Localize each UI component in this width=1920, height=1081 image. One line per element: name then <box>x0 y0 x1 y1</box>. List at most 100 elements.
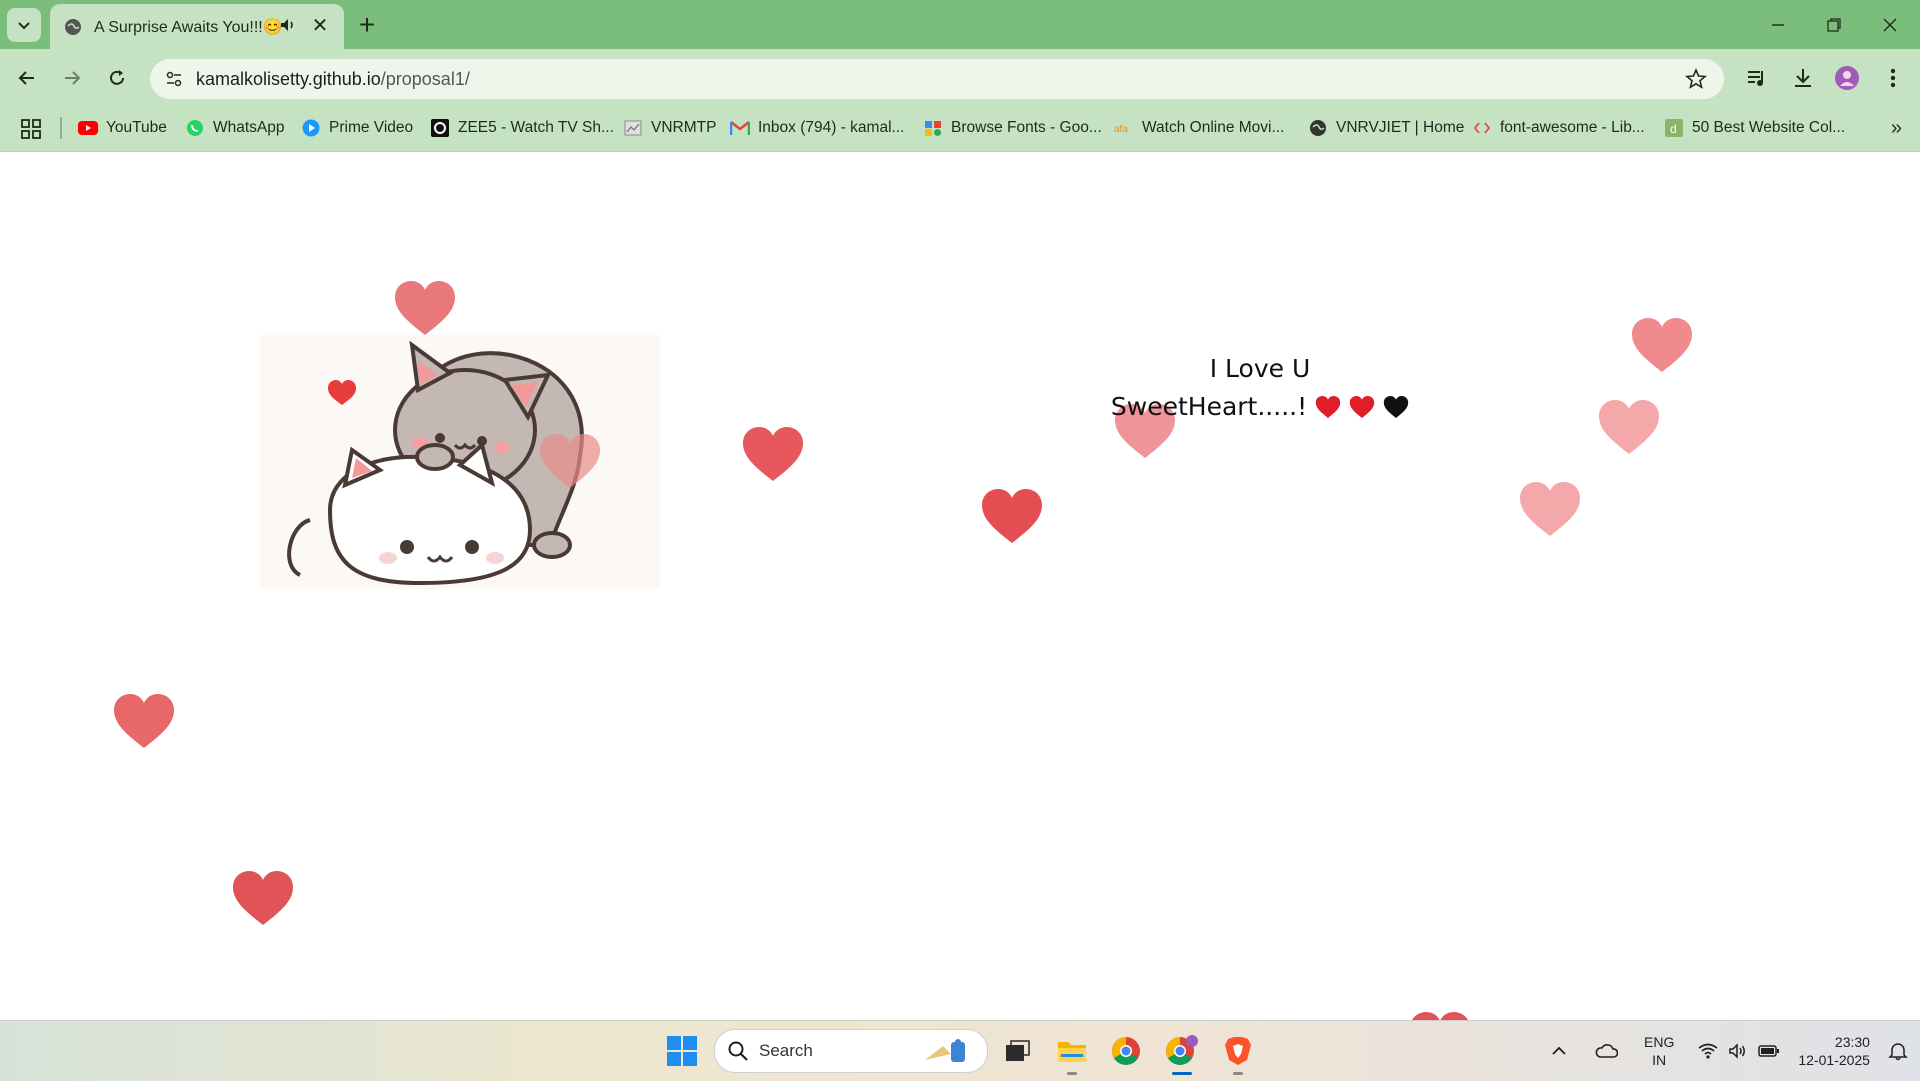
menu-kebab-icon[interactable] <box>1878 63 1908 93</box>
bookmark-label: WhatsApp <box>213 119 285 136</box>
tab-title: A Surprise Awaits You!!!😊 <box>94 18 283 36</box>
bookmark-label: font-awesome - Lib... <box>1500 119 1645 136</box>
bookmark-page-icon: d <box>1664 118 1684 138</box>
bookmarks-separator <box>60 117 62 139</box>
vnrmtp-icon <box>623 118 643 138</box>
running-indicator <box>1233 1072 1243 1075</box>
zee5-icon <box>430 118 450 138</box>
bookmark-label: VNRMTP <box>651 119 717 136</box>
bookmark-label: Watch Online Movi... <box>1142 119 1285 136</box>
tab-close-button[interactable]: ✕ <box>308 13 332 37</box>
bookmark-font-awesome[interactable]: font-awesome - Lib... <box>1472 115 1645 141</box>
reload-button[interactable] <box>102 63 132 93</box>
task-view-icon[interactable] <box>1000 1033 1036 1069</box>
onedrive-cloud-icon[interactable] <box>1594 1042 1618 1060</box>
site-info-icon[interactable] <box>160 65 188 93</box>
minimize-icon <box>1772 24 1784 26</box>
running-indicator <box>1067 1072 1077 1075</box>
globe-icon <box>1308 118 1328 138</box>
google-fonts-icon <box>923 118 943 138</box>
bookmark-label: ZEE5 - Watch TV Sh... <box>458 119 614 136</box>
love-message: I Love U SweetHeart.....! <box>1090 350 1430 426</box>
lang-line2: IN <box>1652 1052 1667 1068</box>
profile-avatar[interactable] <box>1832 63 1862 93</box>
clock-date: 12-01-2025 <box>1798 1052 1870 1068</box>
taskbar-search-box[interactable]: Search <box>714 1029 988 1073</box>
red-heart-emoji-icon <box>1349 396 1375 418</box>
bookmarks-bar: YouTube WhatsApp Prime Video ZEE5 - Watc… <box>0 107 1920 152</box>
prime-video-icon <box>301 118 321 138</box>
chevron-up-icon[interactable] <box>1550 1042 1568 1060</box>
floating-heart-icon <box>540 434 600 488</box>
bookmark-whatsapp[interactable]: WhatsApp <box>185 115 285 141</box>
active-indicator <box>1172 1072 1192 1075</box>
download-icon[interactable] <box>1788 63 1818 93</box>
file-explorer-icon[interactable] <box>1054 1033 1090 1075</box>
bookmark-website-colors[interactable]: d 50 Best Website Col... <box>1664 115 1845 141</box>
language-indicator[interactable]: ENG IN <box>1644 1033 1674 1069</box>
arrow-right-icon <box>65 71 81 85</box>
bookmark-gmail[interactable]: Inbox (794) - kamal... <box>730 115 904 141</box>
windows-start-icon[interactable] <box>666 1035 698 1067</box>
tab-search-button[interactable] <box>7 8 41 42</box>
speaker-icon[interactable] <box>278 15 298 35</box>
bookmark-vnrvjiet[interactable]: VNRVJIET | Home <box>1308 115 1464 141</box>
page-content: I Love U SweetHeart.....! <box>0 152 1920 1020</box>
floating-heart-icon <box>743 427 803 481</box>
svg-text:afa: afa <box>1114 124 1128 135</box>
bookmark-vnrmtp[interactable]: VNRMTP <box>623 115 716 141</box>
back-button[interactable] <box>12 63 42 93</box>
restore-button[interactable] <box>1814 10 1854 40</box>
floating-heart-icon <box>233 871 293 925</box>
movies-icon: afa <box>1114 118 1134 138</box>
apps-grid-icon[interactable] <box>20 118 42 140</box>
notification-bell-icon[interactable] <box>1888 1041 1908 1061</box>
taskbar: Search ENG IN 23:30 12-01-2025 <box>0 1020 1920 1081</box>
bookmark-label: Browse Fonts - Goo... <box>951 119 1102 136</box>
floating-heart-icon <box>982 489 1042 543</box>
url-text: kamalkolisetty.github.io/proposal1/ <box>196 69 470 90</box>
floating-heart-icon <box>1632 318 1692 372</box>
bookmark-star-icon[interactable] <box>1684 67 1708 91</box>
forward-button[interactable] <box>57 63 87 93</box>
search-icon <box>728 1041 748 1061</box>
minimize-button[interactable] <box>1758 10 1798 40</box>
lang-line1: ENG <box>1644 1034 1675 1050</box>
battery-icon[interactable] <box>1758 1044 1780 1058</box>
bookmark-movies[interactable]: afa Watch Online Movi... <box>1114 115 1284 141</box>
bookmark-label: Inbox (794) - kamal... <box>758 119 905 136</box>
love-message-line2: SweetHeart.....! <box>1110 392 1308 421</box>
bookmark-label: Prime Video <box>329 119 414 136</box>
black-heart-emoji-icon <box>1383 396 1409 418</box>
search-highlight-icon <box>925 1039 965 1062</box>
system-tray: ENG IN 23:30 12-01-2025 <box>1550 1021 1908 1081</box>
bookmark-zee5[interactable]: ZEE5 - Watch TV Sh... <box>430 115 614 141</box>
chrome-icon[interactable] <box>1108 1033 1144 1069</box>
url-host: kamalkolisetty.github.io <box>196 69 381 89</box>
bookmark-prime-video[interactable]: Prime Video <box>301 115 413 141</box>
floating-heart-icon <box>1520 482 1580 536</box>
bookmark-youtube[interactable]: YouTube <box>78 115 167 141</box>
close-window-button[interactable] <box>1870 10 1910 40</box>
bookmarks-overflow-icon[interactable]: » <box>1891 117 1902 140</box>
brave-icon[interactable] <box>1220 1033 1256 1075</box>
active-tab[interactable]: A Surprise Awaits You!!!😊 ✕ <box>50 4 344 49</box>
code-icon <box>1472 118 1492 138</box>
clock-time: 23:30 <box>1834 1034 1870 1050</box>
bookmark-google-fonts[interactable]: Browse Fonts - Goo... <box>923 115 1102 141</box>
floating-heart-icon <box>1599 400 1659 454</box>
address-bar[interactable]: kamalkolisetty.github.io/proposal1/ <box>150 59 1724 99</box>
floating-heart-icon <box>1410 1012 1470 1020</box>
taskbar-search-label: Search <box>759 1041 813 1060</box>
bookmark-label: YouTube <box>106 119 167 136</box>
reload-icon <box>110 70 124 85</box>
chrome-profile-icon[interactable] <box>1164 1033 1200 1075</box>
chevron-down-icon <box>18 22 30 30</box>
media-controls-icon[interactable] <box>1742 63 1772 93</box>
floating-heart-icon <box>114 694 174 748</box>
new-tab-button[interactable]: + <box>352 9 382 40</box>
clock[interactable]: 23:30 12-01-2025 <box>1798 1033 1870 1069</box>
volume-icon[interactable] <box>1728 1042 1748 1060</box>
bookmark-label: VNRVJIET | Home <box>1336 119 1465 136</box>
wifi-icon[interactable] <box>1698 1043 1718 1059</box>
